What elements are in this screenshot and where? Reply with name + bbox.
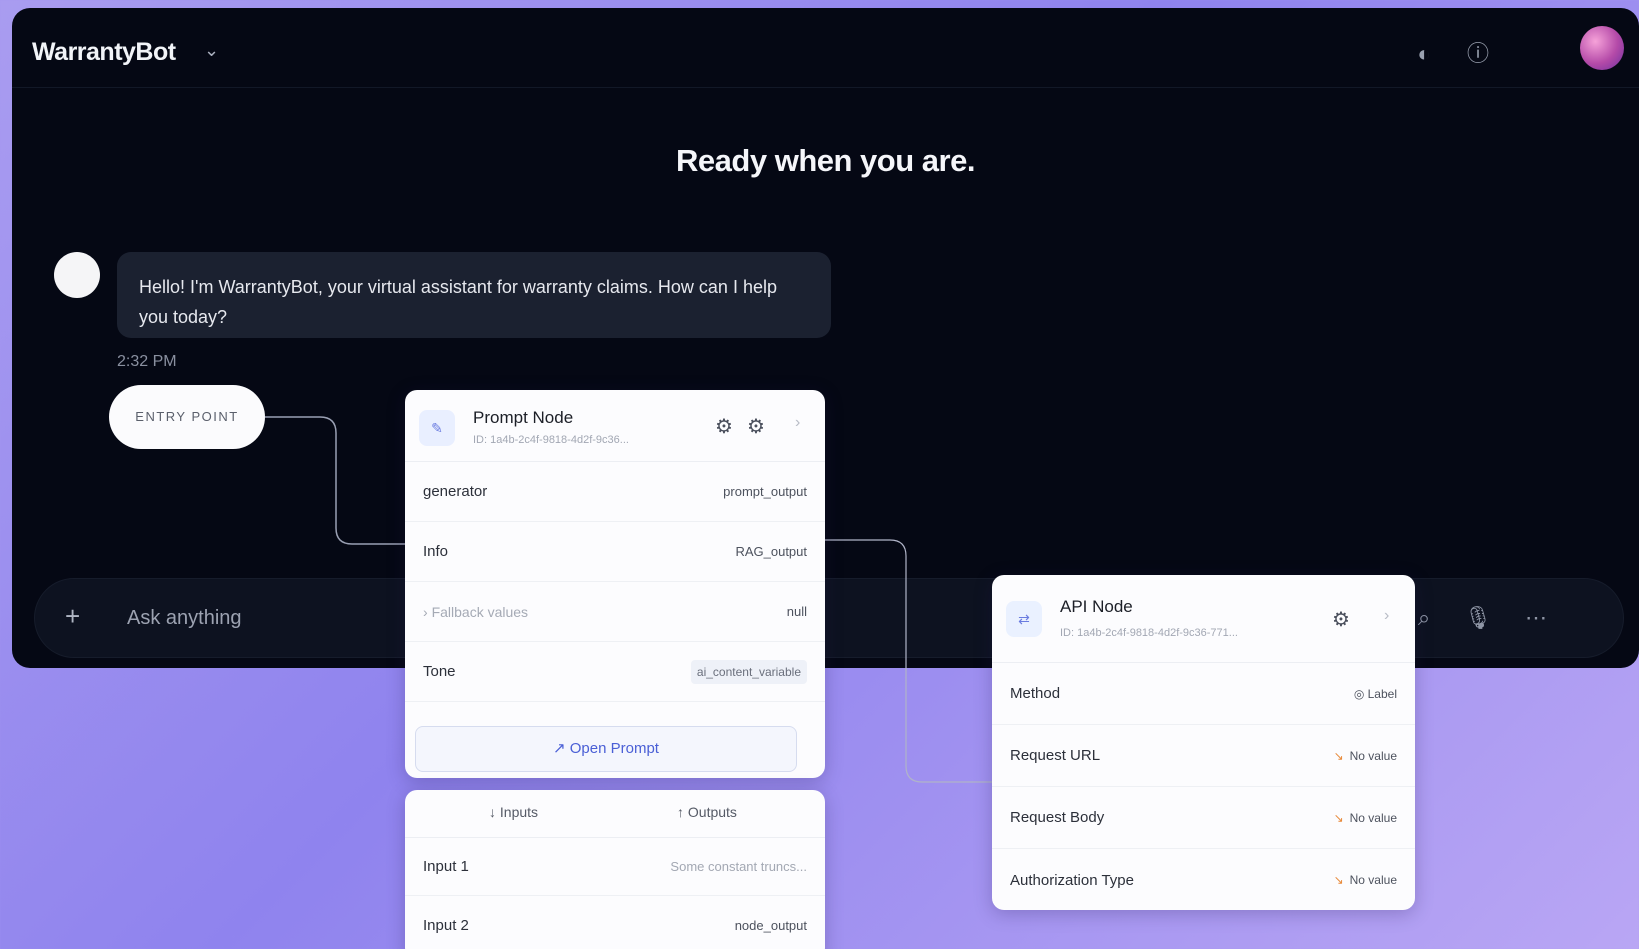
io-row[interactable]: Input 1 Some constant truncs... xyxy=(405,838,825,896)
chevron-down-icon[interactable]: ⌄ xyxy=(204,40,219,61)
io-row[interactable]: Input 2 node_output xyxy=(405,896,825,949)
prompt-node-card[interactable]: ✎ Prompt Node ID: 1a4b-2c4f-9818-4d2f-9c… xyxy=(405,390,825,778)
field-value: node_output xyxy=(734,917,807,933)
bot-avatar xyxy=(54,252,100,298)
more-icon[interactable]: ⋯ xyxy=(1521,603,1551,633)
field-value: RAG_output xyxy=(735,544,807,559)
field-label: Info xyxy=(423,543,449,560)
api-node-icon: ⇄ xyxy=(1006,601,1042,637)
node-field-row[interactable]: generator prompt_output xyxy=(405,462,825,522)
settings-icon[interactable]: ⚙ xyxy=(747,414,765,439)
node-field-row[interactable]: Tone ai_content_variable xyxy=(405,642,825,702)
api-node-card[interactable]: ⇄ API Node ID: 1a4b-2c4f-9818-4d2f-9c36-… xyxy=(992,575,1415,910)
warning-icon: ↘ xyxy=(1333,748,1344,763)
io-card: ↓ Inputs ↑ Outputs Input 1 Some constant… xyxy=(405,790,825,949)
app-title[interactable]: WarrantyBot xyxy=(32,38,176,67)
top-bar: WarrantyBot ⌄ ◐ ⓘ xyxy=(12,8,1639,88)
entry-point-node[interactable]: ENTRY POINT xyxy=(109,385,265,449)
field-label: Method xyxy=(1010,685,1061,702)
tab-outputs[interactable]: ↑ Outputs xyxy=(677,804,737,820)
node-field-row[interactable]: Request URL ↘ No value xyxy=(992,725,1415,787)
microphone-icon[interactable]: 🎙︎ xyxy=(1463,603,1493,633)
field-label: generator xyxy=(423,483,488,500)
chevron-right-icon[interactable]: › xyxy=(795,414,800,432)
tab-inputs[interactable]: ↓ Inputs xyxy=(489,804,538,820)
node-title: API Node xyxy=(1060,597,1133,616)
field-label: Tone xyxy=(423,663,456,680)
field-label: Request Body xyxy=(1010,809,1105,826)
prompt-node-header: ✎ Prompt Node ID: 1a4b-2c4f-9818-4d2f-9c… xyxy=(405,390,825,462)
field-value: ↘ No value xyxy=(1333,748,1397,763)
field-label: Request URL xyxy=(1010,747,1101,764)
chat-window: WarrantyBot ⌄ ◐ ⓘ Ready when you are. He… xyxy=(12,8,1639,668)
node-id: ID: 1a4b-2c4f-9818-4d2f-9c36... xyxy=(473,434,629,446)
variable-tag: ai_content_variable xyxy=(690,659,807,684)
node-title: Prompt Node xyxy=(473,408,574,427)
field-value: null xyxy=(786,604,807,619)
field-value: ◎ Label xyxy=(1353,686,1397,701)
field-value: Some constant truncs... xyxy=(670,859,807,874)
field-value: ↘ No value xyxy=(1333,873,1397,887)
open-prompt-button[interactable]: ↗ Open Prompt xyxy=(415,726,797,772)
node-id: ID: 1a4b-2c4f-9818-4d2f-9c36-771... xyxy=(1060,627,1238,639)
node-field-row[interactable]: Request Body ↘ No value xyxy=(992,787,1415,849)
message-timestamp: 2:32 PM xyxy=(117,353,177,370)
page-title: Ready when you are. xyxy=(676,143,975,178)
node-field-row[interactable]: Authorization Type ↘ No value xyxy=(992,849,1415,910)
field-value: prompt_output xyxy=(723,484,807,499)
settings-icon[interactable]: ⚙ xyxy=(1332,607,1350,632)
settings-icon[interactable]: ⚙ xyxy=(715,414,733,439)
io-tabs: ↓ Inputs ↑ Outputs xyxy=(405,790,825,838)
node-field-row[interactable]: Info RAG_output xyxy=(405,522,825,582)
warning-icon: ↘ xyxy=(1333,810,1344,825)
field-label: › Fallback values xyxy=(423,603,529,620)
field-label: Input 1 xyxy=(423,858,469,875)
chevron-right-icon[interactable]: › xyxy=(1384,607,1389,625)
field-value: ↘ No value xyxy=(1333,810,1397,825)
api-node-header: ⇄ API Node ID: 1a4b-2c4f-9818-4d2f-9c36-… xyxy=(992,575,1415,663)
node-field-row[interactable]: › Fallback values null xyxy=(405,582,825,642)
field-label: Input 2 xyxy=(423,916,469,934)
warning-icon: ↘ xyxy=(1333,873,1344,887)
avatar[interactable] xyxy=(1580,26,1624,70)
theme-toggle-icon[interactable]: ◐ xyxy=(1410,40,1438,68)
bot-message: Hello! I'm WarrantyBot, your virtual ass… xyxy=(117,252,831,338)
help-icon[interactable]: ⓘ xyxy=(1464,40,1492,68)
node-field-row[interactable]: Method ◎ Label xyxy=(992,663,1415,725)
plus-icon[interactable]: + xyxy=(65,601,80,632)
prompt-node-icon: ✎ xyxy=(419,410,455,446)
field-label: Authorization Type xyxy=(1010,871,1134,889)
